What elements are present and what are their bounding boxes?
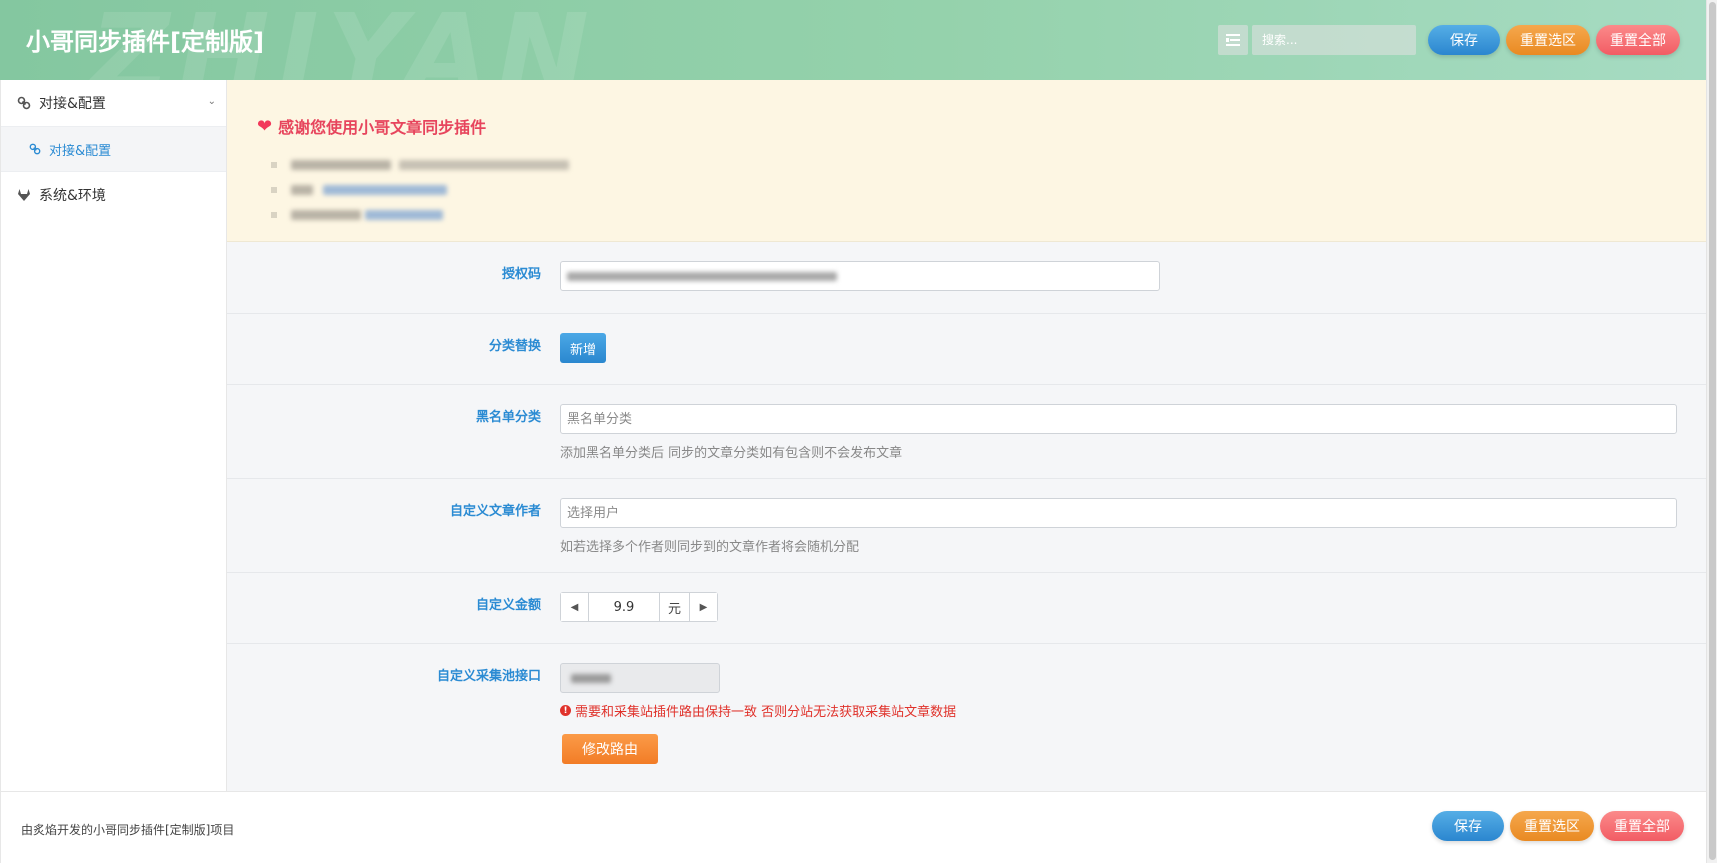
vertical-scrollbar[interactable] [1706,0,1717,863]
pool-api-input [560,663,720,693]
author-hint: 如若选择多个作者则同步到的文章作者将会随机分配 [560,540,860,555]
app-header: ZHIYAN 小哥同步插件[定制版] 保存 重置选区 重置全部 [0,0,1706,80]
header-toolbar: 保存 重置选区 重置全部 [1218,24,1680,56]
save-button[interactable]: 保存 [1428,25,1500,55]
list-icon [1226,34,1240,46]
author-label: 自定义文章作者 [449,504,541,519]
gitlab-icon [18,189,30,201]
footer-text: 由炙焰开发的小哥同步插件[定制版]项目 [21,823,235,837]
modify-route-button[interactable]: 修改路由 [562,734,658,764]
caret-left-icon: ◀ [570,601,579,613]
notice-panel: ❤ 感谢您使用小哥文章同步插件 [227,80,1706,242]
heart-icon: ❤ [257,115,273,137]
caret-right-icon: ▶ [699,601,708,613]
author-select[interactable] [560,498,1677,528]
search-input[interactable] [1252,25,1416,55]
pool-api-label: 自定义采集池接口 [436,669,541,684]
expand-all-button[interactable] [1218,25,1248,55]
blacklist-label: 黑名单分类 [475,410,541,425]
blacklist-input[interactable] [560,404,1677,434]
sidebar-item-label: 对接&配置 [39,96,106,112]
notice-title-text: 感谢您使用小哥文章同步插件 [278,118,487,137]
sidebar-item-label: 对接&配置 [49,143,112,159]
license-field[interactable] [560,261,1160,291]
increment-button[interactable]: ▶ [689,593,717,621]
chevron-down-icon: ⌄ [207,96,216,107]
amount-value[interactable]: 9.9 [589,593,659,621]
license-row: 授权码 [227,242,1706,314]
reset-all-button[interactable]: 重置全部 [1596,25,1680,55]
sidebar-item-system[interactable]: 系统&环境 [1,172,226,218]
category-replace-row: 分类替换 新增 [227,314,1706,385]
amount-stepper: ◀ 9.9 元 ▶ [560,592,718,622]
warning-text: 需要和采集站插件路由保持一致 否则分站无法获取采集站文章数据 [575,705,957,720]
add-category-button[interactable]: 新增 [560,333,606,363]
page-title: 小哥同步插件[定制版] [26,28,264,56]
amount-row: 自定义金额 ◀ 9.9 元 ▶ [227,573,1706,644]
footer-reset-all-button[interactable]: 重置全部 [1600,811,1684,841]
decrement-button[interactable]: ◀ [561,593,589,621]
license-label: 授权码 [501,267,541,282]
app-footer: 由炙焰开发的小哥同步插件[定制版]项目 保存 重置选区 重置全部 [0,791,1706,863]
footer-toolbar: 保存 重置选区 重置全部 [1426,811,1684,841]
list-item [271,152,1676,177]
list-item [271,202,1676,227]
reset-section-button[interactable]: 重置选区 [1506,25,1590,55]
notice-title: ❤ 感谢您使用小哥文章同步插件 [257,114,1676,138]
scrollbar-thumb[interactable] [1709,2,1716,860]
link-icon [29,143,41,155]
main-content: ❤ 感谢您使用小哥文章同步插件 授权码 分类替换 新增 黑名单分类 黑名单分类 … [227,80,1706,791]
sidebar: 对接&配置 ⌄ 对接&配置 系统&环境 [0,80,227,791]
pool-api-row: 自定义采集池接口 ! 需要和采集站插件路由保持一致 否则分站无法获取采集站文章数… [227,644,1706,781]
footer-reset-section-button[interactable]: 重置选区 [1510,811,1594,841]
list-item [271,177,1676,202]
sidebar-subitem-integration[interactable]: 对接&配置 [1,126,226,172]
pool-api-warning: ! 需要和采集站插件路由保持一致 否则分站无法获取采集站文章数据 [560,701,956,720]
footer-save-button[interactable]: 保存 [1432,811,1504,841]
sidebar-item-integration[interactable]: 对接&配置 ⌄ [1,80,226,126]
sidebar-item-label: 系统&环境 [39,188,106,204]
exclamation-icon: ! [560,705,571,716]
notice-list [257,152,1676,227]
amount-unit: 元 [659,593,689,621]
blacklist-hint: 添加黑名单分类后 同步的文章分类如有包含则不会发布文章 [560,446,903,461]
blacklist-row: 黑名单分类 添加黑名单分类后 同步的文章分类如有包含则不会发布文章 [227,385,1706,479]
link-icon [17,96,31,110]
author-row: 自定义文章作者 如若选择多个作者则同步到的文章作者将会随机分配 [227,479,1706,573]
amount-label: 自定义金额 [475,598,541,613]
category-replace-label: 分类替换 [488,339,541,354]
